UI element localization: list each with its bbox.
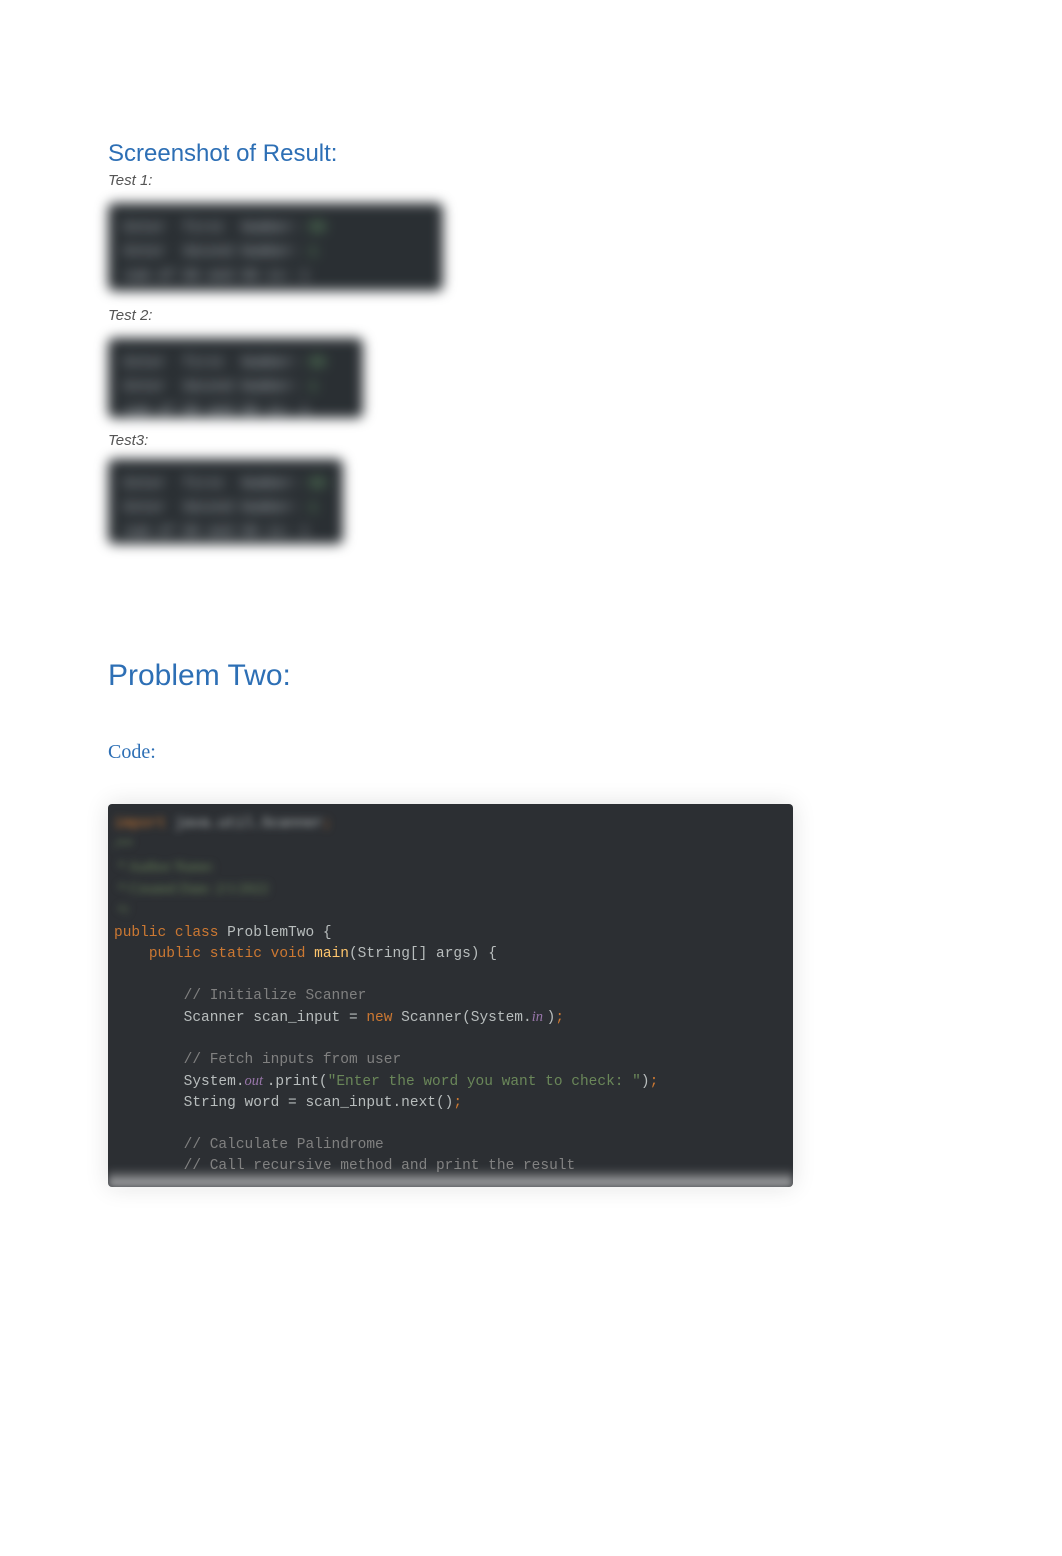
label-test-3: Test3:	[108, 432, 954, 449]
code-javadoc: /**	[114, 837, 133, 853]
label-test-2: Test 2:	[108, 307, 954, 324]
terminal-output-test-1: Enter first Number: 99 Enter Second Numb…	[108, 203, 443, 291]
code-keyword-import: import	[114, 816, 166, 832]
label-test-1: Test 1:	[108, 172, 954, 189]
code-block-problem-two: import java.util.Scanner; /** * Author N…	[108, 804, 793, 1187]
heading-screenshot-result: Screenshot of Result:	[108, 140, 954, 168]
terminal-output-test-2: Enter first Number: 99 Enter Second Numb…	[108, 338, 363, 418]
terminal-output-test-3: Enter first Number: 99 Enter Second Numb…	[108, 459, 343, 544]
heading-problem-two: Problem Two:	[108, 659, 954, 693]
heading-code: Code:	[108, 741, 954, 764]
